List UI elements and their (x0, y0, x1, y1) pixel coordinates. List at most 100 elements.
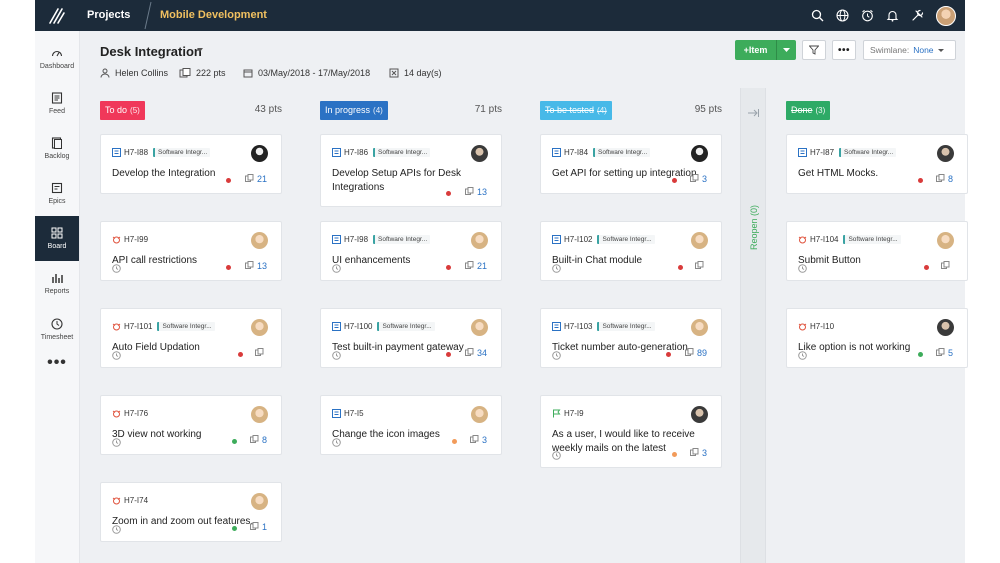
expand-arrow-icon[interactable] (747, 108, 759, 118)
assignee-avatar[interactable] (937, 232, 954, 249)
clock-icon[interactable] (552, 349, 561, 363)
task-card[interactable]: H7-I104 Software Integr... Submit Button (786, 221, 968, 281)
clock-icon[interactable] (332, 262, 341, 276)
filter-button[interactable] (802, 40, 826, 60)
sidebar-item-backlog[interactable]: Backlog (35, 126, 79, 171)
task-card[interactable]: H7-I74 Zoom in and zoom out features. 1 (100, 482, 282, 542)
task-card[interactable]: H7-I100 Software Integr... Test built-in p… (320, 308, 502, 368)
task-id[interactable]: H7-I10 (810, 322, 834, 331)
sidebar-item-feed[interactable]: Feed (35, 81, 79, 126)
task-id[interactable]: H7-I99 (124, 235, 148, 244)
clock-icon[interactable] (332, 349, 341, 363)
task-card[interactable]: H7-I99 API call restrictions 13 (100, 221, 282, 281)
more-options-button[interactable]: ••• (832, 40, 856, 60)
task-card[interactable]: H7-I86 Software Integr... Develop Setup AP… (320, 134, 502, 207)
sidebar-more-button[interactable]: ••• (35, 354, 79, 372)
epic-chip[interactable]: Software Integr... (593, 148, 651, 157)
sidebar-item-dashboard[interactable]: Dashboard (35, 36, 79, 81)
task-card[interactable]: H7-I10 Like option is not working 5 (786, 308, 968, 368)
alarm-icon[interactable] (855, 0, 880, 31)
epic-chip[interactable]: Software Integr... (839, 148, 897, 157)
assignee-avatar[interactable] (251, 493, 268, 510)
clock-icon[interactable] (112, 523, 121, 537)
clock-icon[interactable] (112, 262, 121, 276)
epic-chip[interactable]: Software Integr... (373, 235, 431, 244)
status-tag[interactable]: In progress (4) (320, 101, 388, 120)
task-card[interactable]: H7-I5 Change the icon images 3 (320, 395, 502, 455)
status-tag[interactable]: Done (3) (786, 101, 831, 120)
assignee-avatar[interactable] (471, 406, 488, 423)
sidebar-item-timesheet[interactable]: Timesheet (35, 307, 79, 352)
clock-icon[interactable] (798, 349, 807, 363)
assignee-avatar[interactable] (937, 145, 954, 162)
epic-chip[interactable]: Software Integr... (843, 235, 901, 244)
assignee-avatar[interactable] (471, 232, 488, 249)
assignee-avatar[interactable] (251, 406, 268, 423)
epic-chip[interactable]: Software Integr... (373, 148, 431, 157)
task-card[interactable]: H7-I88 Software Integr... Develop the Inte… (100, 134, 282, 194)
clock-icon[interactable] (552, 262, 561, 276)
breadcrumb-projects[interactable]: Projects (87, 9, 130, 21)
task-id[interactable]: H7-I88 (124, 148, 148, 157)
task-id[interactable]: H7-I74 (124, 496, 148, 505)
swimlane-select[interactable]: Swimlane: None (863, 40, 956, 60)
assignee-avatar[interactable] (251, 232, 268, 249)
assignee-avatar[interactable] (471, 145, 488, 162)
sidebar-item-epics[interactable]: Epics (35, 171, 79, 216)
assignee-avatar[interactable] (251, 145, 268, 162)
sidebar-item-reports[interactable]: Reports (35, 261, 79, 306)
task-id[interactable]: H7-I76 (124, 409, 148, 418)
clock-icon[interactable] (332, 436, 341, 450)
clock-icon[interactable] (798, 262, 807, 276)
task-card[interactable]: H7-I84 Software Integr... Get API for sett… (540, 134, 722, 194)
epic-chip[interactable]: Software Integr... (153, 148, 211, 157)
task-card[interactable]: H7-I76 3D view not working 8 (100, 395, 282, 455)
clock-icon[interactable] (112, 436, 121, 450)
assignee-avatar[interactable] (937, 319, 954, 336)
task-card[interactable]: H7-I87 Software Integr... Get HTML Mocks. 8 (786, 134, 968, 194)
clock-icon[interactable] (552, 449, 561, 463)
chevron-down-icon[interactable] (197, 48, 203, 52)
assignee-avatar[interactable] (471, 319, 488, 336)
task-id[interactable]: H7-I104 (810, 235, 838, 244)
task-card[interactable]: H7-I102 Software Integr... Built-in Chat m… (540, 221, 722, 281)
bell-icon[interactable] (880, 0, 905, 31)
user-avatar[interactable] (936, 5, 956, 26)
clock-icon[interactable] (112, 349, 121, 363)
assignee-avatar[interactable] (251, 319, 268, 336)
assignee-avatar[interactable] (691, 319, 708, 336)
task-id[interactable]: H7-I102 (564, 235, 592, 244)
task-id[interactable]: H7-I103 (564, 322, 592, 331)
chevron-down-icon[interactable] (777, 47, 796, 53)
assignee-avatar[interactable] (691, 232, 708, 249)
task-card[interactable]: H7-I103 Software Integr... Ticket number a… (540, 308, 722, 368)
task-card[interactable]: H7-I98 Software Integr... UI enhancements 2… (320, 221, 502, 281)
tools-icon[interactable] (905, 0, 930, 31)
epic-chip[interactable]: Software Integr... (377, 322, 435, 331)
task-id[interactable]: H7-I87 (810, 148, 834, 157)
page-title[interactable]: Desk Integration (100, 44, 202, 59)
task-card[interactable]: H7-I101 Software Integr... Auto Field Upda… (100, 308, 282, 368)
sidebar-item-board[interactable]: Board (35, 216, 79, 261)
task-id[interactable]: H7-I84 (564, 148, 588, 157)
task-id[interactable]: H7-I9 (564, 409, 584, 418)
status-tag[interactable]: To be tested (4) (540, 101, 612, 120)
status-tag[interactable]: To do (5) (100, 101, 145, 120)
add-item-button[interactable]: +Item (735, 40, 796, 60)
reopen-column[interactable]: Reopen (0) (740, 88, 766, 563)
task-card[interactable]: H7-I9 As a user, I would like to receive … (540, 395, 722, 468)
app-logo-icon[interactable] (35, 0, 79, 31)
task-id[interactable]: H7-I101 (124, 322, 152, 331)
task-id[interactable]: H7-I86 (344, 148, 368, 157)
task-id[interactable]: H7-I98 (344, 235, 368, 244)
task-id[interactable]: H7-I100 (344, 322, 372, 331)
assignee-avatar[interactable] (691, 406, 708, 423)
assignee-avatar[interactable] (691, 145, 708, 162)
epic-chip[interactable]: Software Integr... (597, 322, 655, 331)
globe-icon[interactable] (830, 0, 855, 31)
epic-chip[interactable]: Software Integr... (597, 235, 655, 244)
epic-chip[interactable]: Software Integr... (157, 322, 215, 331)
task-id[interactable]: H7-I5 (344, 409, 364, 418)
search-icon[interactable] (805, 0, 830, 31)
breadcrumb-project[interactable]: Mobile Development (160, 9, 267, 21)
